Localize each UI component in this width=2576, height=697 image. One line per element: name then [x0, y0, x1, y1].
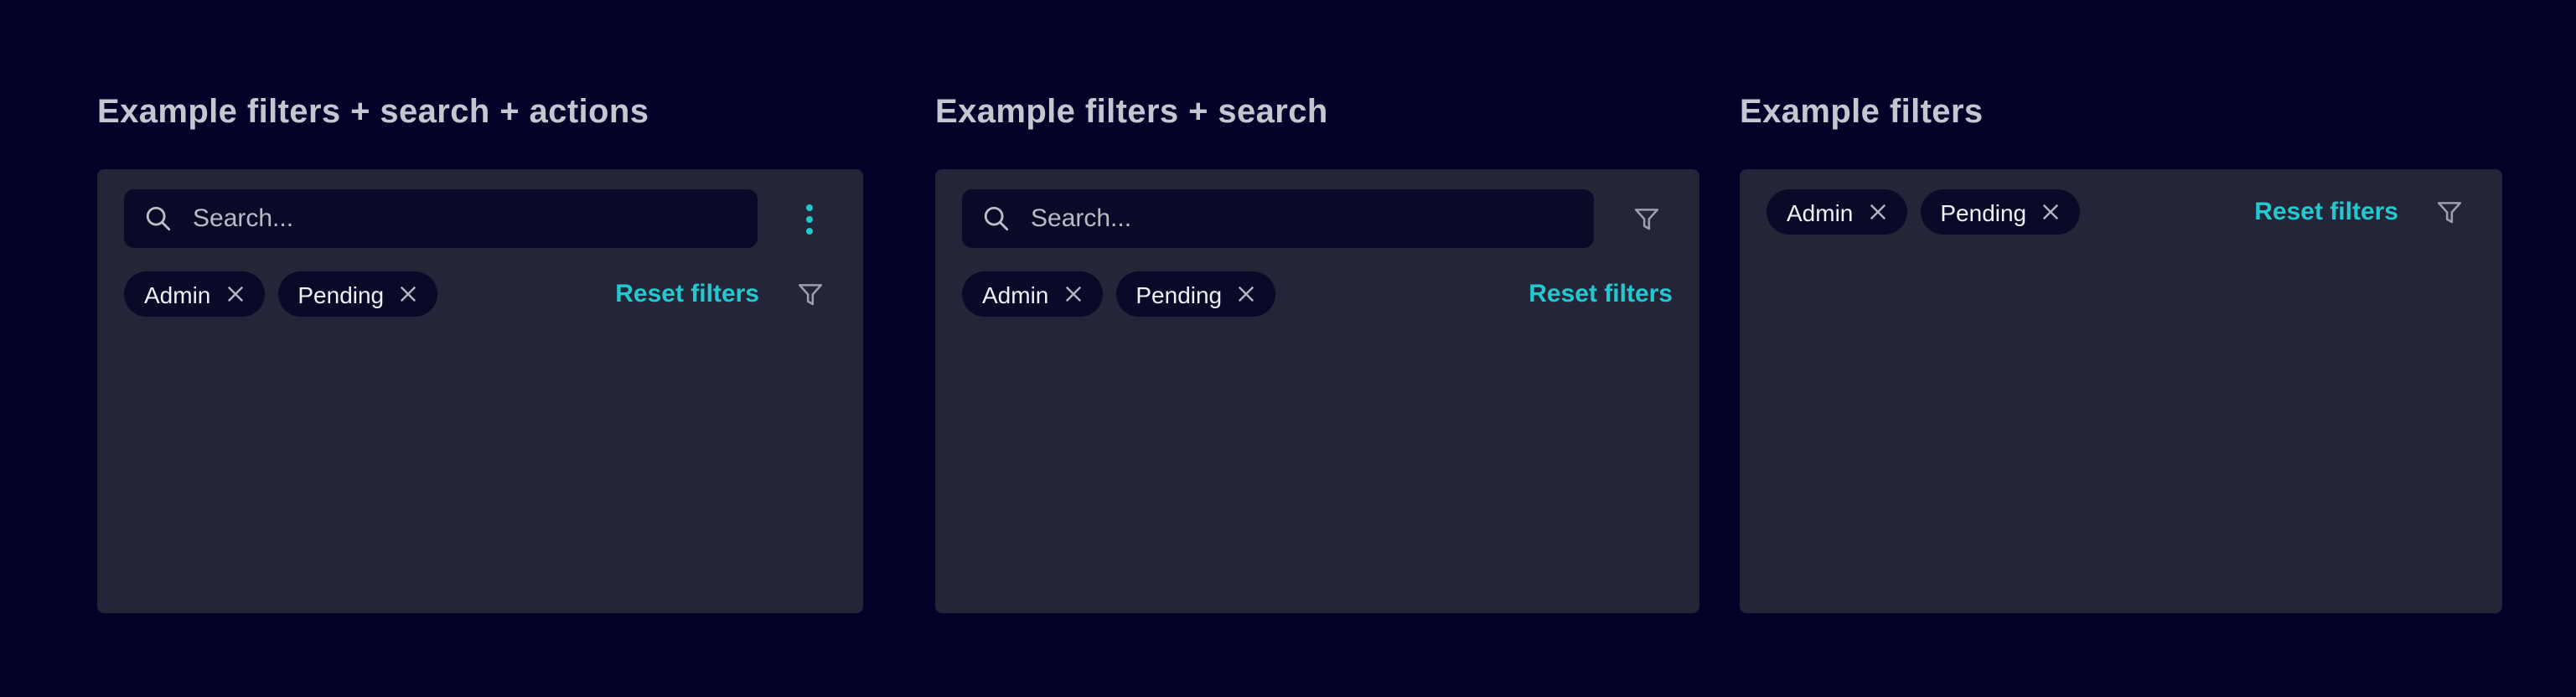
- x-close-icon: [401, 286, 416, 302]
- chip-remove-button[interactable]: [225, 285, 244, 303]
- actions-menu-button[interactable]: [783, 192, 836, 245]
- chip-label: Admin: [1787, 199, 1854, 225]
- search-icon: [982, 204, 1011, 233]
- chip-list: Admin Pending: [124, 271, 615, 317]
- x-close-icon: [1065, 286, 1081, 302]
- filter-chip-admin[interactable]: Admin: [1766, 189, 1907, 235]
- section-filters-only: Example filters Admin Pending Reset filt…: [1740, 90, 2502, 613]
- filter-chip-admin[interactable]: Admin: [962, 271, 1103, 317]
- filter-chips-row: Admin Pending Reset filters: [962, 271, 1673, 317]
- filter-button[interactable]: [1619, 192, 1673, 245]
- filter-chip-admin[interactable]: Admin: [124, 271, 265, 317]
- section-title: Example filters: [1740, 94, 1984, 131]
- chip-label: Pending: [1135, 281, 1223, 307]
- chip-remove-button[interactable]: [2041, 203, 2060, 221]
- funnel-icon: [2436, 202, 2461, 224]
- page: Example filters + search + actions Searc…: [0, 0, 2576, 697]
- funnel-icon: [797, 284, 822, 306]
- section-filters-search-actions: Example filters + search + actions Searc…: [97, 90, 863, 613]
- chip-label: Admin: [982, 281, 1049, 307]
- filter-chips-row: Admin Pending Reset filters: [124, 271, 836, 317]
- search-field[interactable]: [962, 189, 1594, 248]
- filter-panel: Admin Pending Reset filters: [1740, 169, 2502, 613]
- filter-chip-pending[interactable]: Pending: [1920, 189, 2081, 235]
- filter-chip-pending[interactable]: Pending: [277, 271, 438, 317]
- chip-label: Admin: [144, 281, 211, 307]
- filter-button[interactable]: [2422, 185, 2475, 239]
- search-input[interactable]: [1027, 203, 1574, 235]
- search-row: [962, 189, 1673, 248]
- reset-filters-link[interactable]: Reset filters: [615, 280, 759, 308]
- x-close-icon: [227, 286, 243, 302]
- kebab-menu-icon: [806, 204, 813, 234]
- section-title: Example filters + search + actions: [97, 94, 649, 131]
- filter-chip-pending[interactable]: Pending: [1115, 271, 1276, 317]
- search-field[interactable]: [124, 189, 758, 248]
- reset-filters-link[interactable]: Reset filters: [2254, 198, 2398, 226]
- search-row: [124, 189, 836, 248]
- funnel-icon: [1633, 209, 1658, 230]
- chip-remove-button[interactable]: [1237, 285, 1255, 303]
- x-close-icon: [1239, 286, 1254, 302]
- chip-label: Pending: [297, 281, 385, 307]
- filter-panel: Admin Pending Reset filters: [97, 169, 863, 613]
- chip-list: Admin Pending: [962, 271, 1529, 317]
- filter-panel: Admin Pending Reset filters: [935, 169, 1699, 613]
- chip-remove-button[interactable]: [399, 285, 417, 303]
- search-icon: [144, 204, 173, 233]
- search-input[interactable]: [189, 203, 737, 235]
- chip-remove-button[interactable]: [1868, 203, 1886, 221]
- filter-chips-row: Admin Pending Reset filters: [1766, 189, 2475, 235]
- reset-filters-link[interactable]: Reset filters: [1529, 280, 1673, 308]
- filter-button[interactable]: [783, 267, 836, 321]
- x-close-icon: [1870, 204, 1885, 220]
- chip-remove-button[interactable]: [1063, 285, 1082, 303]
- x-close-icon: [2043, 204, 2059, 220]
- section-filters-search: Example filters + search Search... Admin…: [935, 90, 1699, 613]
- section-title: Example filters + search: [935, 94, 1328, 131]
- chip-list: Admin Pending: [1766, 189, 2254, 235]
- chip-label: Pending: [1940, 199, 2027, 225]
